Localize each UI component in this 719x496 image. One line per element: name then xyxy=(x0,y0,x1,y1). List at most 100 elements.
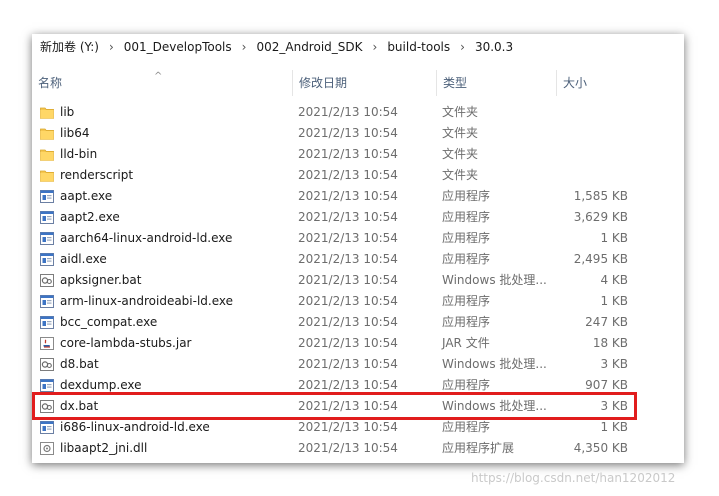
chevron-right-icon[interactable]: › xyxy=(371,40,380,54)
file-type: Windows 批处理... xyxy=(442,357,547,371)
folder-icon xyxy=(40,127,54,140)
file-row[interactable]: aarch64-linux-android-ld.exe 2021/2/13 10… xyxy=(32,228,684,249)
file-size: 1,585 KB xyxy=(573,189,628,203)
breadcrumb-item[interactable]: 30.0.3 xyxy=(467,40,521,54)
file-row[interactable]: lib 2021/2/13 10:54 文件夹 xyxy=(32,102,684,123)
file-size: 3,629 KB xyxy=(573,210,628,224)
exe-icon xyxy=(40,190,54,203)
column-header-type[interactable]: 类型 xyxy=(436,70,556,96)
file-size: 1 KB xyxy=(600,231,628,245)
file-type: 应用程序 xyxy=(442,315,491,329)
file-name: libaapt2_jni.dll xyxy=(60,441,148,455)
file-size: 1 KB xyxy=(600,420,628,434)
file-type: 应用程序 xyxy=(442,189,491,203)
file-date: 2021/2/13 10:54 xyxy=(298,231,398,245)
bat-icon xyxy=(40,358,54,371)
file-type: 文件夹 xyxy=(442,147,479,161)
file-row[interactable]: aidl.exe 2021/2/13 10:54 应用程序 2,495 KB xyxy=(32,249,684,270)
file-size: 1 KB xyxy=(600,294,628,308)
file-explorer-window: 新加卷 (Y:) › 001_DevelopTools › 002_Android_SD… xyxy=(32,34,684,463)
file-type: 应用程序 xyxy=(442,420,491,434)
file-name: d8.bat xyxy=(60,357,99,371)
folder-icon xyxy=(40,148,54,161)
file-type: JAR 文件 xyxy=(442,336,490,350)
file-name: core-lambda-stubs.jar xyxy=(60,336,192,350)
breadcrumb: 新加卷 (Y:) › 001_DevelopTools › 002_Android_SD… xyxy=(32,34,684,59)
breadcrumb-item[interactable]: 新加卷 (Y:) xyxy=(32,38,107,55)
file-row[interactable]: apksigner.bat 2021/2/13 10:54 Windows 批处理.… xyxy=(32,270,684,291)
file-row[interactable]: d8.bat 2021/2/13 10:54 Windows 批处理... 3 KB xyxy=(32,354,684,375)
file-row[interactable]: i686-linux-android-ld.exe 2021/2/13 10:54… xyxy=(32,417,684,438)
file-name: aapt.exe xyxy=(60,189,113,203)
column-header-date-label: 修改日期 xyxy=(299,76,348,90)
file-date: 2021/2/13 10:54 xyxy=(298,189,398,203)
folder-icon xyxy=(40,106,54,119)
file-type: 文件夹 xyxy=(442,105,479,119)
breadcrumb-item[interactable]: build-tools xyxy=(379,40,458,54)
file-name: lld-bin xyxy=(60,147,98,161)
file-size: 247 KB xyxy=(585,315,628,329)
file-name: lib64 xyxy=(60,126,90,140)
file-size: 4,350 KB xyxy=(573,441,628,455)
breadcrumb-item[interactable]: 001_DevelopTools xyxy=(116,40,240,54)
file-size xyxy=(562,144,628,165)
file-date: 2021/2/13 10:54 xyxy=(298,210,398,224)
file-name: aidl.exe xyxy=(60,252,107,266)
file-name: lib xyxy=(60,105,75,119)
jar-icon xyxy=(40,337,54,350)
exe-icon xyxy=(40,316,54,329)
dll-icon xyxy=(40,442,54,455)
exe-icon xyxy=(40,232,54,245)
file-date: 2021/2/13 10:54 xyxy=(298,336,398,350)
file-row[interactable]: aapt.exe 2021/2/13 10:54 应用程序 1,585 KB xyxy=(32,186,684,207)
file-name: renderscript xyxy=(60,168,134,182)
file-size xyxy=(562,123,628,144)
file-row[interactable]: renderscript 2021/2/13 10:54 文件夹 xyxy=(32,165,684,186)
file-row[interactable]: aapt2.exe 2021/2/13 10:54 应用程序 3,629 KB xyxy=(32,207,684,228)
file-date: 2021/2/13 10:54 xyxy=(298,147,398,161)
file-row[interactable]: lib64 2021/2/13 10:54 文件夹 xyxy=(32,123,684,144)
file-type: 应用程序 xyxy=(442,231,491,245)
watermark: https://blog.csdn.net/han1202012 xyxy=(471,471,676,485)
exe-icon xyxy=(40,421,54,434)
sort-up-icon: ^ xyxy=(154,71,163,82)
file-date: 2021/2/13 10:54 xyxy=(298,168,398,182)
file-name: aapt2.exe xyxy=(60,210,120,224)
file-name: arm-linux-androideabi-ld.exe xyxy=(60,294,234,308)
file-type: 文件夹 xyxy=(442,126,479,140)
file-date: 2021/2/13 10:54 xyxy=(298,252,398,266)
file-row[interactable]: bcc_compat.exe 2021/2/13 10:54 应用程序 247 KB xyxy=(32,312,684,333)
file-type: 文件夹 xyxy=(442,168,479,182)
file-type: 应用程序 xyxy=(442,210,491,224)
column-header-size-label: 大小 xyxy=(563,76,588,90)
chevron-right-icon[interactable]: › xyxy=(107,40,116,54)
file-date: 2021/2/13 10:54 xyxy=(298,357,398,371)
file-row[interactable]: core-lambda-stubs.jar 2021/2/13 10:54 JAR … xyxy=(32,333,684,354)
chevron-right-icon[interactable]: › xyxy=(458,40,467,54)
file-size: 4 KB xyxy=(600,273,628,287)
column-header-size[interactable]: 大小 xyxy=(556,70,636,96)
file-size xyxy=(562,165,628,186)
column-header-type-label: 类型 xyxy=(443,76,468,90)
file-size: 2,495 KB xyxy=(573,252,628,266)
file-type: Windows 批处理... xyxy=(442,273,547,287)
chevron-right-icon[interactable]: › xyxy=(240,40,249,54)
file-row[interactable]: lld-bin 2021/2/13 10:54 文件夹 xyxy=(32,144,684,165)
file-name: bcc_compat.exe xyxy=(60,315,158,329)
column-header-name-label: 名称 xyxy=(38,76,63,90)
file-row[interactable]: libaapt2_jni.dll 2021/2/13 10:54 应用程序扩展 4,3… xyxy=(32,438,684,459)
column-header-date[interactable]: 修改日期 xyxy=(292,70,436,96)
highlight-box xyxy=(32,392,637,420)
file-type: 应用程序扩展 xyxy=(442,441,515,455)
file-date: 2021/2/13 10:54 xyxy=(298,294,398,308)
column-header-name[interactable]: ^ 名称 xyxy=(32,70,292,96)
file-row[interactable]: arm-linux-androideabi-ld.exe 2021/2/13 10… xyxy=(32,291,684,312)
file-date: 2021/2/13 10:54 xyxy=(298,315,398,329)
breadcrumb-item[interactable]: 002_Android_SDK xyxy=(248,40,370,54)
exe-icon xyxy=(40,379,54,392)
file-name: aarch64-linux-android-ld.exe xyxy=(60,231,233,245)
file-type: 应用程序 xyxy=(442,294,491,308)
file-date: 2021/2/13 10:54 xyxy=(298,273,398,287)
column-header-row: ^ 名称 修改日期 类型 大小 xyxy=(32,70,684,96)
file-size xyxy=(562,102,628,123)
